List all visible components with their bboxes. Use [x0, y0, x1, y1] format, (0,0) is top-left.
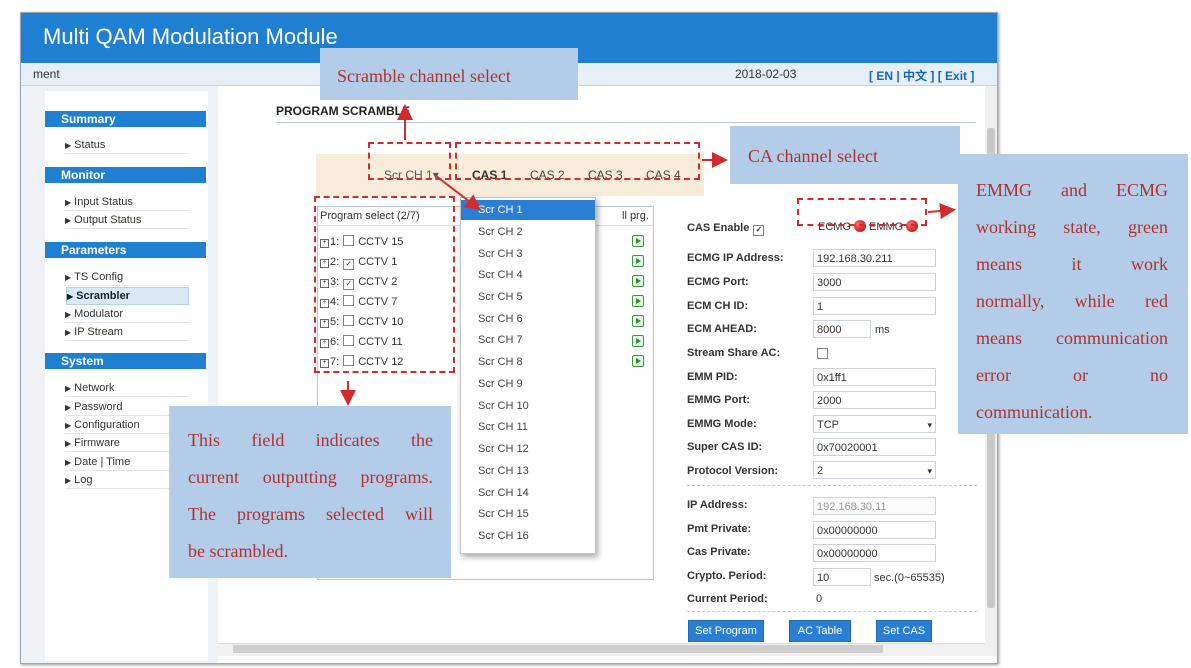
arrow-to-emmg-callout	[927, 203, 956, 219]
arrow-to-dropdown	[435, 175, 482, 211]
annotation-arrows	[340, 104, 956, 406]
